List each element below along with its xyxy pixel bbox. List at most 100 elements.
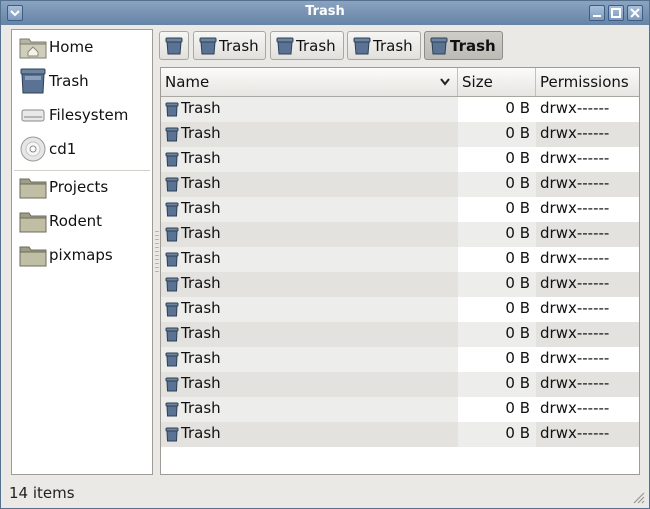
folder-icon	[19, 212, 47, 233]
status-bar-text: 14 items	[9, 484, 75, 502]
file-row[interactable]: Trash 0 B drwx------	[161, 297, 639, 322]
size-cell: 0 B	[458, 422, 536, 447]
path-button-root[interactable]	[159, 31, 189, 60]
close-button[interactable]	[627, 5, 643, 21]
maximize-button[interactable]	[608, 5, 624, 21]
trash-icon	[165, 102, 179, 117]
file-list: Name Size Permissions Trash 0 B drwx------…	[160, 67, 640, 475]
name-cell: Trash	[161, 172, 458, 197]
file-row[interactable]: Trash 0 B drwx------	[161, 172, 639, 197]
name-cell: Trash	[161, 422, 458, 447]
permissions-cell: drwx------	[536, 272, 639, 297]
sidebar-item-pixmaps[interactable]: pixmaps	[16, 240, 150, 270]
trash-icon	[165, 37, 183, 55]
path-button-trash-2[interactable]: Trash	[270, 31, 344, 60]
resize-grip-icon[interactable]	[631, 490, 645, 504]
file-size: 0 B	[505, 249, 530, 267]
file-name: Trash	[181, 99, 221, 117]
file-permissions: drwx------	[540, 99, 610, 117]
file-size: 0 B	[505, 99, 530, 117]
maximize-icon	[611, 8, 621, 18]
file-size: 0 B	[505, 174, 530, 192]
file-row[interactable]: Trash 0 B drwx------	[161, 422, 639, 447]
size-cell: 0 B	[458, 172, 536, 197]
name-cell: Trash	[161, 122, 458, 147]
trash-icon	[165, 377, 179, 392]
cdrom-icon	[20, 136, 46, 162]
sidebar-item-label: Rodent	[49, 212, 103, 230]
sidebar-item-label: cd1	[49, 140, 77, 158]
sidebar-item-rodent[interactable]: Rodent	[16, 206, 150, 236]
file-name: Trash	[181, 299, 221, 317]
path-button-trash-current[interactable]: Trash	[424, 31, 503, 60]
permissions-cell: drwx------	[536, 347, 639, 372]
name-cell: Trash	[161, 372, 458, 397]
pane-resize-handle[interactable]	[155, 231, 159, 275]
file-row[interactable]: Trash 0 B drwx------	[161, 347, 639, 372]
file-name: Trash	[181, 399, 221, 417]
file-name: Trash	[181, 324, 221, 342]
name-cell: Trash	[161, 97, 458, 122]
minimize-icon	[593, 15, 601, 17]
file-row[interactable]: Trash 0 B drwx------	[161, 397, 639, 422]
file-permissions: drwx------	[540, 224, 610, 242]
file-row[interactable]: Trash 0 B drwx------	[161, 222, 639, 247]
sidebar-item-label: Trash	[49, 72, 89, 90]
permissions-cell: drwx------	[536, 197, 639, 222]
file-permissions: drwx------	[540, 149, 610, 167]
size-cell: 0 B	[458, 322, 536, 347]
file-permissions: drwx------	[540, 299, 610, 317]
permissions-cell: drwx------	[536, 247, 639, 272]
sidebar-item-filesystem[interactable]: Filesystem	[16, 100, 150, 130]
file-row[interactable]: Trash 0 B drwx------	[161, 147, 639, 172]
file-row[interactable]: Trash 0 B drwx------	[161, 322, 639, 347]
sidebar-item-label: Home	[49, 38, 94, 56]
trash-icon	[165, 402, 179, 417]
file-name: Trash	[181, 424, 221, 442]
file-permissions: drwx------	[540, 399, 610, 417]
name-cell: Trash	[161, 347, 458, 372]
path-button-trash-3[interactable]: Trash	[347, 31, 421, 60]
trash-icon	[430, 37, 448, 55]
name-cell: Trash	[161, 222, 458, 247]
column-header-size[interactable]: Size	[458, 68, 536, 96]
sidebar-item-cd1[interactable]: cd1	[16, 134, 150, 164]
file-name: Trash	[181, 374, 221, 392]
file-row[interactable]: Trash 0 B drwx------	[161, 247, 639, 272]
file-row[interactable]: Trash 0 B drwx------	[161, 122, 639, 147]
file-row[interactable]: Trash 0 B drwx------	[161, 97, 639, 122]
size-cell: 0 B	[458, 122, 536, 147]
file-size: 0 B	[505, 324, 530, 342]
file-size: 0 B	[505, 149, 530, 167]
column-header-name[interactable]: Name	[161, 68, 458, 96]
trash-icon	[165, 427, 179, 442]
minimize-button[interactable]	[589, 5, 605, 21]
sidebar-item-label: Projects	[49, 178, 109, 196]
file-size: 0 B	[505, 349, 530, 367]
sidebar-item-projects[interactable]: Projects	[16, 172, 150, 202]
size-cell: 0 B	[458, 272, 536, 297]
path-button-label: Trash	[373, 37, 413, 55]
file-row[interactable]: Trash 0 B drwx------	[161, 372, 639, 397]
name-cell: Trash	[161, 322, 458, 347]
name-cell: Trash	[161, 297, 458, 322]
permissions-cell: drwx------	[536, 297, 639, 322]
sidebar-divider	[14, 170, 150, 171]
size-cell: 0 B	[458, 297, 536, 322]
folder-icon	[19, 178, 47, 199]
file-row[interactable]: Trash 0 B drwx------	[161, 272, 639, 297]
file-row[interactable]: Trash 0 B drwx------	[161, 197, 639, 222]
title-bar[interactable]: Trash	[1, 1, 649, 25]
sidebar-item-home[interactable]: Home	[16, 32, 150, 62]
size-cell: 0 B	[458, 197, 536, 222]
file-manager-window: Trash Home Trash Filesystem cd1 Projects…	[0, 0, 650, 509]
sidebar-item-trash[interactable]: Trash	[16, 66, 150, 96]
folder-icon	[19, 246, 47, 267]
trash-icon	[199, 37, 217, 55]
permissions-cell: drwx------	[536, 222, 639, 247]
file-permissions: drwx------	[540, 124, 610, 142]
drive-icon	[21, 109, 45, 122]
column-header-permissions[interactable]: Permissions	[536, 68, 639, 96]
permissions-cell: drwx------	[536, 122, 639, 147]
path-button-trash-1[interactable]: Trash	[193, 31, 266, 60]
